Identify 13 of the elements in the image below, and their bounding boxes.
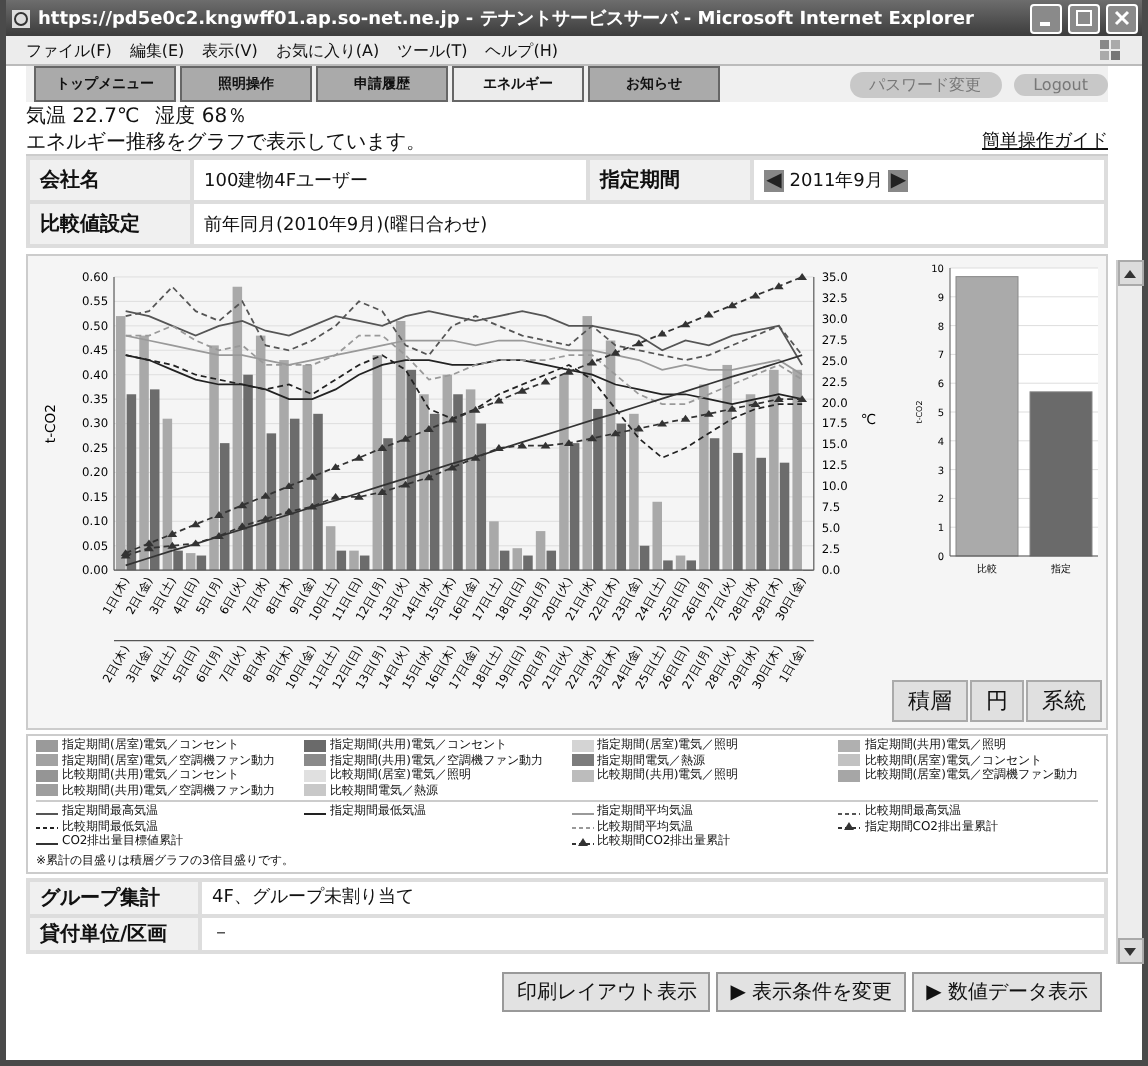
label-cell: グループ集計 — [28, 879, 200, 915]
temperature-text: 気温 22.7℃ — [26, 103, 140, 129]
value-cell: 4F、グループ未割り当て — [200, 879, 1106, 915]
value-cell: 前年同月(2010年9月)(曜日合わせ) — [192, 202, 1106, 246]
window-title: https://pd5e0c2.kngwff01.ap.so-net.ne.jp - テナントサービスサーバ - Microsoft Internet Explorer — [38, 7, 976, 31]
period-text: 2011年9月 — [789, 169, 883, 193]
page-heading: エネルギー推移をグラフで表示しています。 — [26, 129, 426, 155]
label-cell: 会社名 — [28, 158, 192, 202]
humidity-text: 湿度 68％ — [155, 103, 248, 129]
label-cell: 指定期間 — [588, 158, 753, 202]
label-cell: 比較値設定 — [28, 202, 192, 246]
value-cell: 100建物4Fユーザー — [192, 158, 589, 202]
value-cell: － — [200, 915, 1106, 951]
